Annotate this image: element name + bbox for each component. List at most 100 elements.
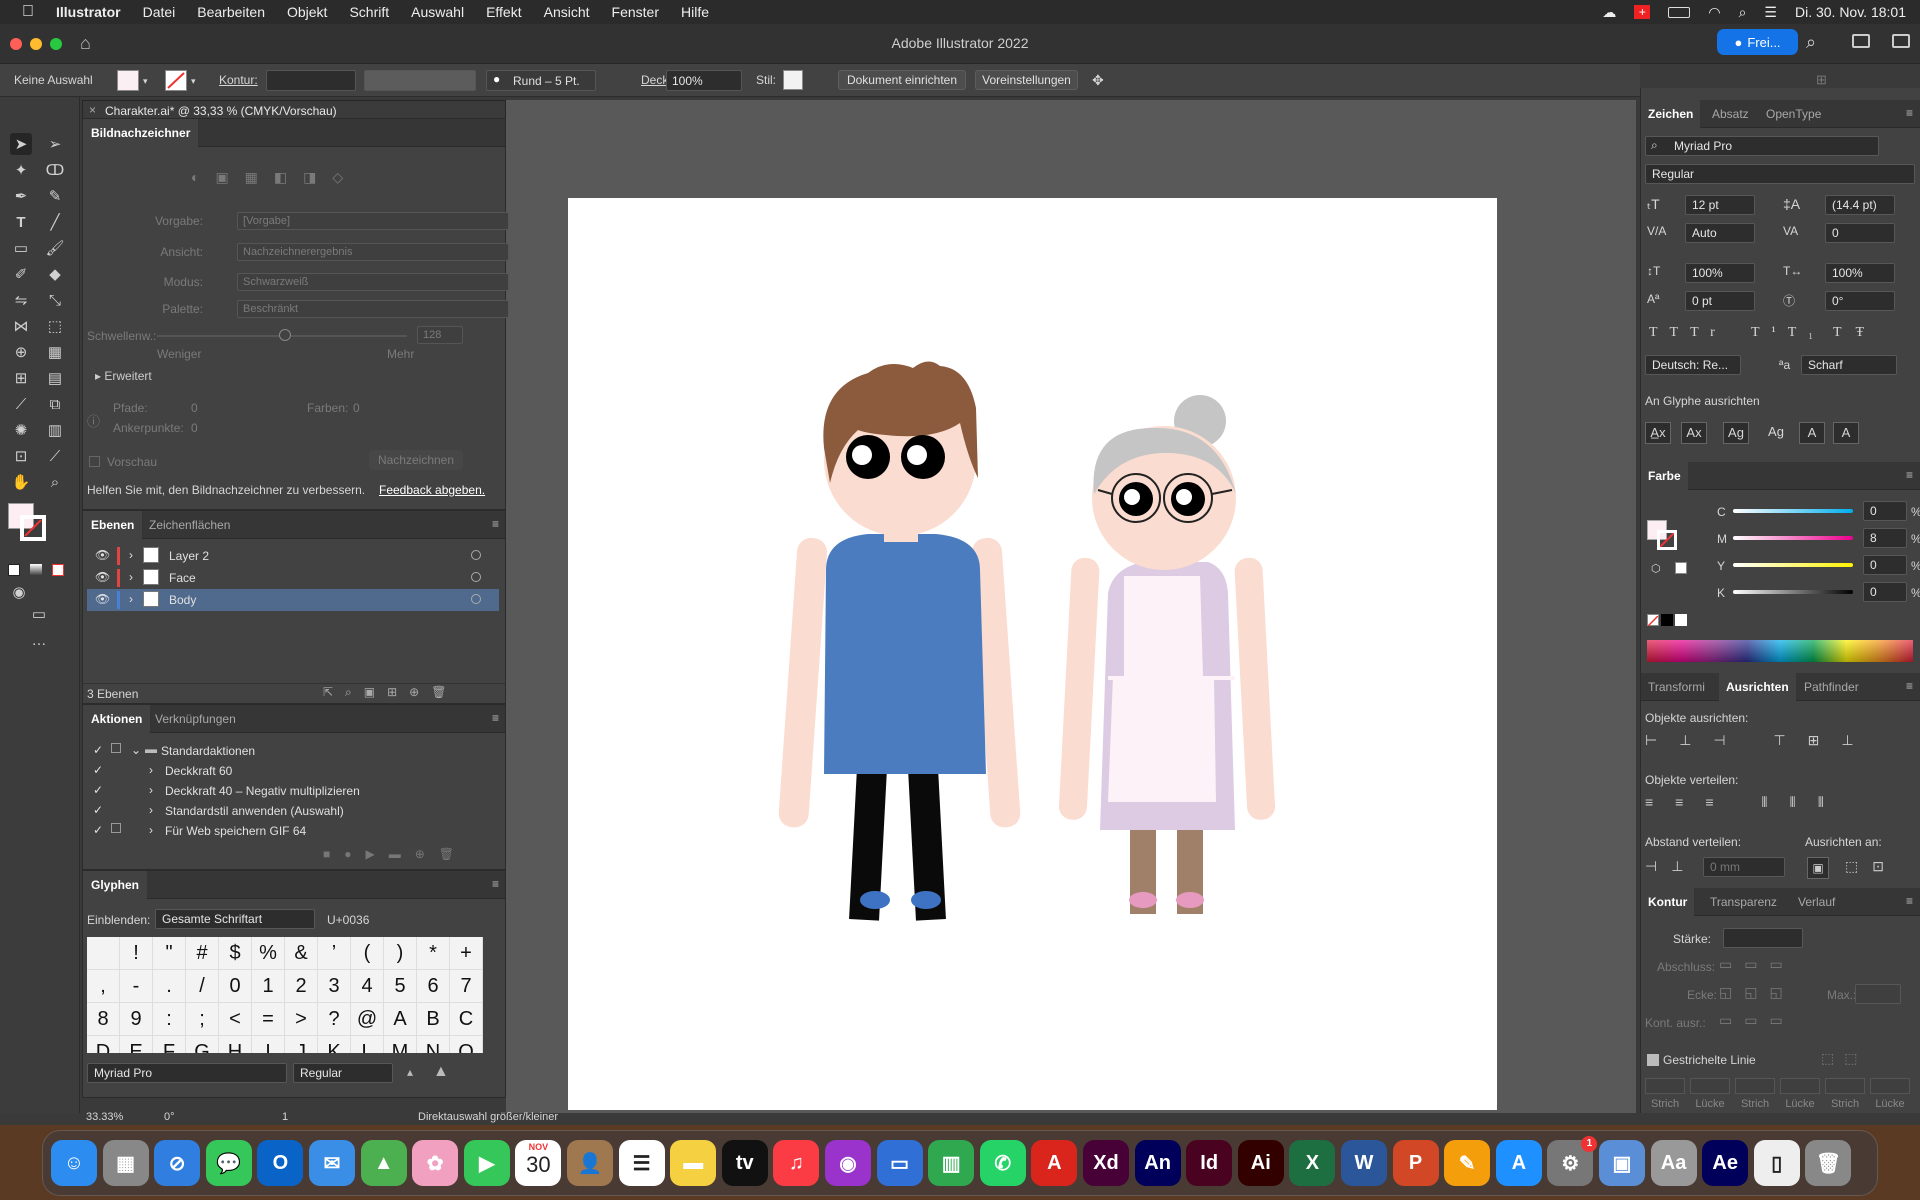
- reflect-tool-icon[interactable]: ⇋: [10, 289, 32, 311]
- layer-row-selected[interactable]: 👁 › Body: [87, 589, 499, 611]
- tab-opentype[interactable]: OpenType: [1759, 100, 1828, 128]
- dash-align-buttons[interactable]: ⬚⬚: [1821, 1050, 1867, 1067]
- cyan-field[interactable]: 0: [1863, 501, 1907, 521]
- menubar-clock[interactable]: Di. 30. Nov. 18:01: [1795, 4, 1906, 20]
- preset-select[interactable]: [Vorgabe]: [237, 212, 509, 230]
- tab-transform[interactable]: Transformi: [1641, 673, 1712, 701]
- baseline-shift-field[interactable]: 0 pt: [1685, 291, 1755, 311]
- dock-app-papierkorb[interactable]: 🗑: [1805, 1140, 1852, 1186]
- view-select[interactable]: Nachzeichnerergebnis: [237, 243, 509, 261]
- arrange-docs-icon[interactable]: [1892, 34, 1910, 48]
- glyph-cell[interactable]: A: [384, 1003, 416, 1035]
- dash-gap-input[interactable]: [1735, 1078, 1775, 1094]
- zoom-in-glyph-icon[interactable]: ▲: [433, 1063, 449, 1081]
- tab-artboards[interactable]: Zeichenflächen: [141, 511, 238, 539]
- cap-buttons[interactable]: ▭▭▭: [1719, 956, 1795, 973]
- chevron-right-icon[interactable]: ›: [149, 763, 153, 777]
- dashed-line-checkbox[interactable]: [1647, 1054, 1659, 1066]
- dock-app-launchpad[interactable]: ▦: [102, 1140, 149, 1186]
- recolor-icon[interactable]: ✥: [1092, 72, 1104, 89]
- pen-tool-icon[interactable]: ✒: [10, 185, 32, 207]
- glyph-cell[interactable]: G: [186, 1036, 218, 1053]
- zoom-tool-icon[interactable]: ⌕: [44, 471, 66, 493]
- glyph-cell[interactable]: C: [450, 1003, 482, 1035]
- glyph-cell[interactable]: 4: [351, 970, 383, 1002]
- tab-gradient[interactable]: Verlauf: [1791, 888, 1842, 916]
- glyph-cell[interactable]: M: [384, 1036, 416, 1053]
- chevron-down-icon[interactable]: ▾: [143, 76, 148, 87]
- dock-app-id[interactable]: Id: [1186, 1140, 1233, 1186]
- line-tool-icon[interactable]: ╱: [44, 211, 66, 233]
- dash-gap-input[interactable]: [1645, 1078, 1685, 1094]
- checkmark-icon[interactable]: ✓: [93, 763, 103, 777]
- cyan-slider[interactable]: [1733, 509, 1853, 513]
- stroke-align-buttons[interactable]: ▭▭▭: [1719, 1012, 1795, 1029]
- glyph-cell[interactable]: &: [285, 937, 317, 969]
- dock-app-xd[interactable]: Xd: [1083, 1140, 1129, 1186]
- chevron-right-icon[interactable]: ›: [149, 803, 153, 817]
- blend-tool-icon[interactable]: ⧉: [44, 393, 66, 415]
- action-set-row[interactable]: ✓ ⌄ ▬ Standardaktionen: [87, 741, 499, 761]
- perspective-grid-tool-icon[interactable]: ▦: [44, 341, 66, 363]
- dock-app-notizen[interactable]: ▬: [670, 1140, 717, 1186]
- color-mode-icon[interactable]: [8, 564, 20, 576]
- panel-menu-icon[interactable]: ≡: [492, 517, 499, 531]
- panel-menu-icon[interactable]: ≡: [1906, 106, 1913, 120]
- none-mode-icon[interactable]: [52, 564, 64, 576]
- variable-width-profile[interactable]: [364, 70, 476, 91]
- shaper-tool-icon[interactable]: ✐: [10, 263, 32, 285]
- palette-select[interactable]: Beschränkt: [237, 300, 509, 318]
- checkmark-icon[interactable]: ✓: [93, 783, 103, 797]
- dock-app-excel[interactable]: X: [1289, 1140, 1336, 1186]
- threshold-value[interactable]: 128: [417, 326, 463, 344]
- chevron-right-icon[interactable]: ›: [129, 570, 133, 584]
- color-stroke-swatch[interactable]: [1657, 530, 1677, 550]
- direct-selection-tool-icon[interactable]: ➢: [44, 133, 66, 155]
- paintbrush-tool-icon[interactable]: 🖌: [44, 237, 66, 259]
- case-buttons[interactable]: TTTr: [1649, 325, 1727, 341]
- distribute-spacing-buttons[interactable]: ⊣⊥: [1645, 858, 1697, 875]
- snap-anchor-icon[interactable]: A: [1833, 422, 1859, 444]
- vertical-scale-field[interactable]: 100%: [1685, 263, 1755, 283]
- glyph-cell[interactable]: =: [252, 1003, 284, 1035]
- glyph-cell[interactable]: /: [186, 970, 218, 1002]
- glyph-cell[interactable]: 7: [450, 970, 482, 1002]
- glyph-cell[interactable]: 6: [417, 970, 449, 1002]
- glyph-cell[interactable]: ,: [87, 970, 119, 1002]
- dock-app-erinnerungen[interactable]: ☰: [618, 1140, 665, 1186]
- swiss-flag-icon[interactable]: +: [1634, 5, 1651, 19]
- dash-gap-input[interactable]: [1690, 1078, 1730, 1094]
- white-swatch[interactable]: [1675, 614, 1687, 626]
- chevron-right-icon[interactable]: ›: [129, 592, 133, 606]
- dash-gap-input[interactable]: [1780, 1078, 1820, 1094]
- glyph-cell[interactable]: 3: [318, 970, 350, 1002]
- tab-character[interactable]: Zeichen: [1641, 100, 1701, 128]
- mesh-tool-icon[interactable]: ⊞: [10, 367, 32, 389]
- dock-app-karten[interactable]: ▲: [360, 1140, 407, 1186]
- stroke-weight-input[interactable]: [1723, 928, 1803, 948]
- language-select[interactable]: Deutsch: Re...: [1645, 355, 1741, 375]
- glyph-cell[interactable]: ": [153, 937, 185, 969]
- magic-wand-tool-icon[interactable]: ✦: [10, 159, 32, 181]
- dock-app-pages[interactable]: ✎: [1444, 1140, 1491, 1186]
- dock-app-facetime[interactable]: ▶: [463, 1140, 510, 1186]
- tab-stroke[interactable]: Kontur: [1641, 888, 1695, 916]
- tab-transparency[interactable]: Transparenz: [1703, 888, 1784, 916]
- glyph-cell[interactable]: L: [351, 1036, 383, 1053]
- menu-schrift[interactable]: Schrift: [338, 4, 400, 20]
- glyph-cell[interactable]: ?: [318, 1003, 350, 1035]
- font-family-select[interactable]: Myriad Pro: [1645, 136, 1879, 156]
- align-object-buttons[interactable]: ⊢⊥⊣ ⊤⊞⊥: [1645, 732, 1919, 754]
- glyph-cell[interactable]: 5: [384, 970, 416, 1002]
- search-icon[interactable]: ⌕: [1806, 32, 1816, 53]
- checkmark-icon[interactable]: ✓: [93, 803, 103, 817]
- glyph-cell[interactable]: @: [351, 1003, 383, 1035]
- dialog-toggle-icon[interactable]: [111, 743, 121, 753]
- glyph-cell[interactable]: J: [285, 1036, 317, 1053]
- dock-app-musik[interactable]: ♫: [773, 1140, 820, 1186]
- chevron-right-icon[interactable]: ›: [129, 548, 133, 562]
- shape-builder-tool-icon[interactable]: ⊕: [10, 341, 32, 363]
- layer-name[interactable]: Face: [169, 571, 196, 585]
- dock-app-finder[interactable]: ☺: [51, 1140, 97, 1186]
- glyph-cell[interactable]: K: [318, 1036, 350, 1053]
